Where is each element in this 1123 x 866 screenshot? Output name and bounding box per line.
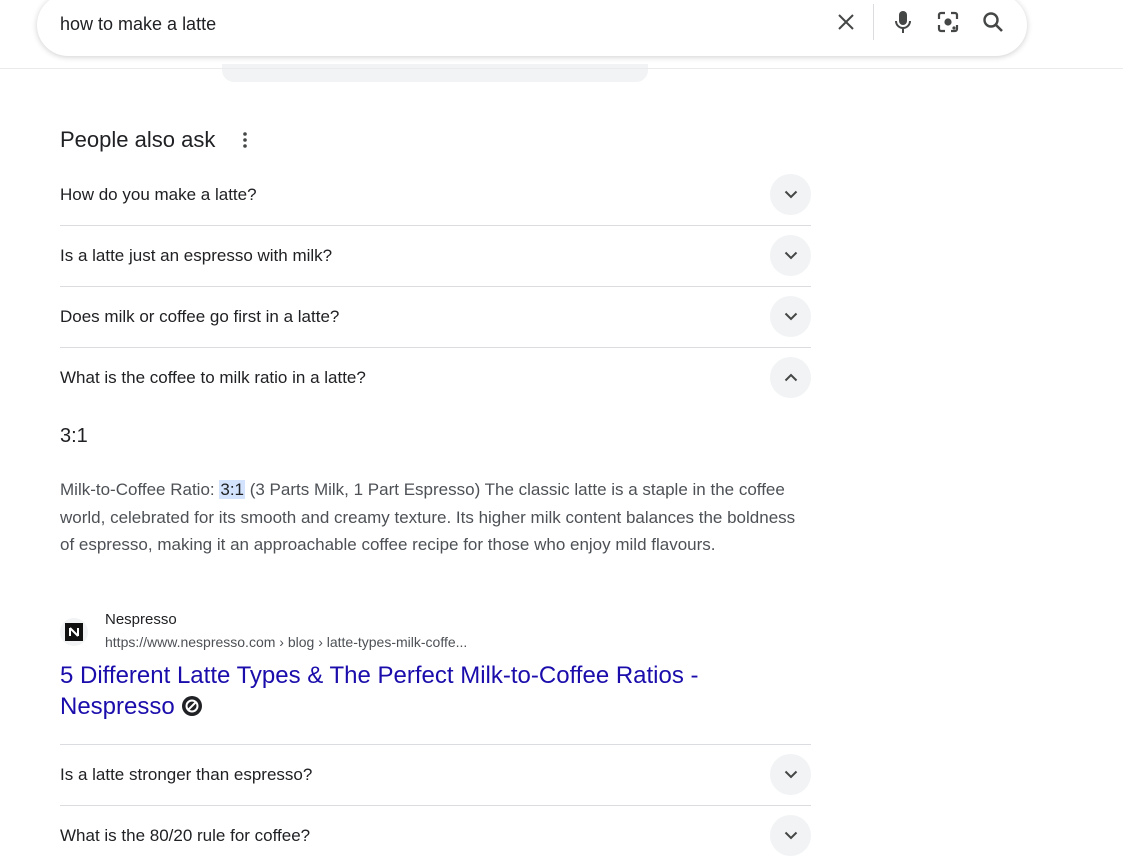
paa-question[interactable]: Does milk or coffee go first in a latte? <box>60 286 811 347</box>
source-name: Nespresso <box>105 611 177 628</box>
search-icon[interactable] <box>980 9 1006 35</box>
paa-question[interactable]: What is the 80/20 rule for coffee? <box>60 805 811 866</box>
result-title-link[interactable]: 5 Different Latte Types & The Perfect Mi… <box>60 660 780 722</box>
paa-question[interactable]: How do you make a latte? <box>60 164 811 225</box>
microphone-icon[interactable] <box>890 9 916 35</box>
nespresso-favicon-icon <box>60 618 88 646</box>
verified-source-icon[interactable] <box>181 695 203 717</box>
paa-header: People also ask <box>60 120 811 160</box>
suggestion-placeholder <box>222 64 648 82</box>
chevron-down-icon[interactable] <box>770 754 811 795</box>
paa-question-expanded[interactable]: What is the coffee to milk ratio in a la… <box>60 347 811 408</box>
close-icon[interactable] <box>833 9 859 35</box>
answer-highlight: 3:1 <box>219 480 245 499</box>
chevron-down-icon[interactable] <box>770 174 811 215</box>
featured-answer: 3:1 <box>60 425 88 447</box>
answer-source[interactable]: Nespresso https://www.nespresso.com › bl… <box>60 608 811 652</box>
people-also-ask: People also ask How do you make a latte?… <box>60 120 811 856</box>
paa-question-text: What is the 80/20 rule for coffee? <box>60 825 311 845</box>
search-input[interactable] <box>60 14 800 35</box>
source-url: https://www.nespresso.com › blog › latte… <box>105 634 468 650</box>
search-results-page: People also ask How do you make a latte?… <box>0 0 1123 866</box>
chevron-up-icon[interactable] <box>770 357 811 398</box>
paa-question-text: What is the coffee to milk ratio in a la… <box>60 367 366 387</box>
paa-question[interactable]: Is a latte just an espresso with milk? <box>60 225 811 286</box>
paa-title: People also ask <box>60 127 216 152</box>
answer-snippet: Milk-to-Coffee Ratio: 3:1 (3 Parts Milk,… <box>60 476 805 559</box>
paa-question[interactable]: Is a latte stronger than espresso? <box>60 744 811 805</box>
camera-lens-icon[interactable] <box>935 9 961 35</box>
chevron-down-icon[interactable] <box>770 235 811 276</box>
chevron-down-icon[interactable] <box>770 815 811 856</box>
paa-question-text: Is a latte just an espresso with milk? <box>60 245 333 265</box>
paa-question-text: Does milk or coffee go first in a latte? <box>60 306 340 326</box>
header-divider <box>0 68 1123 69</box>
paa-question-text: Is a latte stronger than espresso? <box>60 764 313 784</box>
chevron-down-icon[interactable] <box>770 296 811 337</box>
answer-prefix: Milk-to-Coffee Ratio: <box>60 480 220 499</box>
more-vert-icon[interactable] <box>237 130 253 150</box>
paa-question-text: How do you make a latte? <box>60 184 257 204</box>
search-bar-divider <box>873 4 874 40</box>
result-title-text[interactable]: 5 Different Latte Types & The Perfect Mi… <box>60 662 699 720</box>
search-bar <box>37 0 1027 56</box>
